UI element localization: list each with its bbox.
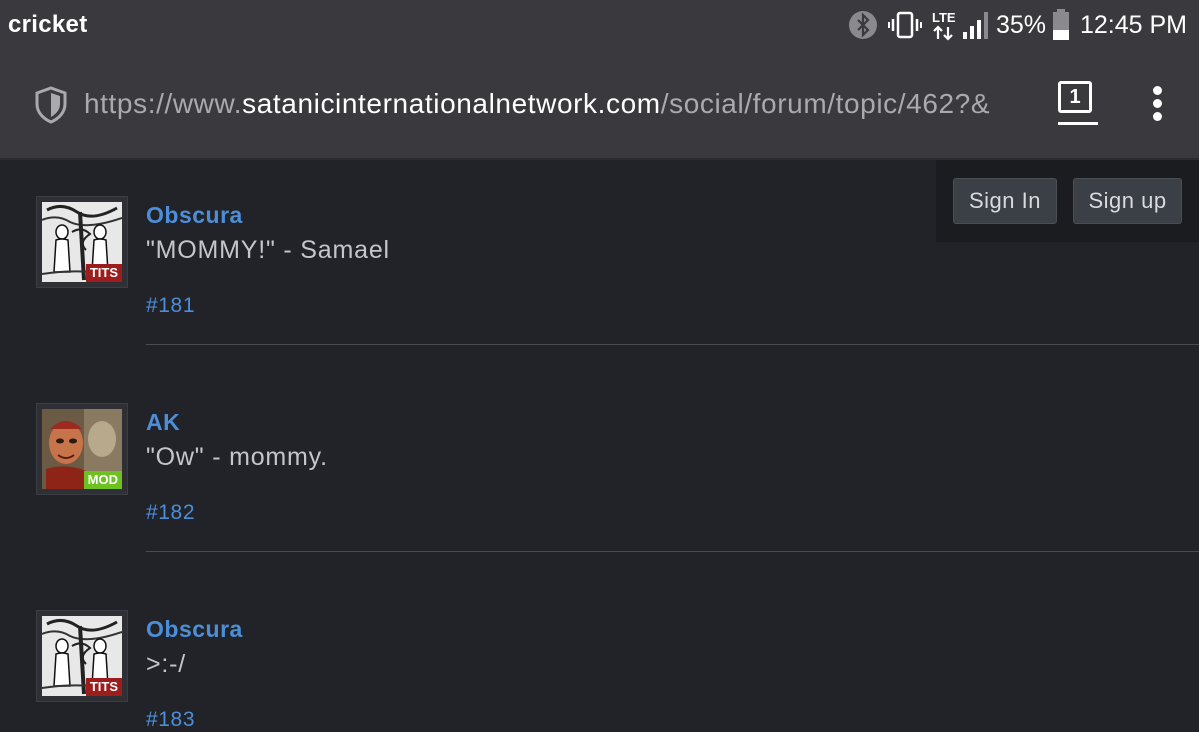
battery-percent: 35% [995, 10, 1046, 39]
post-message: "MOMMY!" - Samael [146, 236, 390, 264]
url-prefix: https://www. [84, 88, 243, 119]
lte-label: LTE [932, 10, 956, 25]
battery-icon [1052, 9, 1070, 41]
clock: 12:45 PM [1079, 10, 1187, 39]
post-number-link[interactable]: #183 [146, 708, 195, 732]
url-domain: satanicinternationalnetwork.com [242, 88, 661, 119]
sign-in-button[interactable]: Sign In [953, 178, 1057, 224]
post-message: "Ow" - mommy. [146, 443, 328, 471]
avatar[interactable]: TITS [36, 610, 128, 702]
shield-icon[interactable] [34, 86, 68, 128]
post-username[interactable]: AK [146, 409, 180, 436]
avatar[interactable]: MOD [36, 403, 128, 495]
address-bar[interactable]: https://www.satanicinternationalnetwork.… [84, 88, 1044, 120]
lte-icon: LTE [932, 9, 958, 41]
post-divider [146, 551, 1199, 552]
browser-toolbar: https://www.satanicinternationalnetwork.… [0, 52, 1199, 160]
avatar[interactable]: TITS [36, 196, 128, 288]
post-divider [146, 344, 1199, 345]
overflow-menu-icon[interactable] [1150, 86, 1164, 126]
post-username[interactable]: Obscura [146, 616, 243, 643]
user-badge: TITS [85, 264, 122, 282]
post-message: >:-/ [146, 650, 187, 678]
url-fade [990, 82, 1050, 132]
user-badge: TITS [85, 678, 122, 696]
post-number-link[interactable]: #182 [146, 501, 195, 525]
sign-up-button[interactable]: Sign up [1073, 178, 1182, 224]
post-number-link[interactable]: #181 [146, 294, 195, 318]
url-path: /social/forum/topic/462?& [660, 88, 991, 119]
avatar-image: MOD [42, 409, 122, 489]
avatar-image: TITS [42, 616, 122, 696]
tab-switcher-underline [1058, 122, 1098, 125]
post-username[interactable]: Obscura [146, 202, 243, 229]
status-bar: cricket LTE 35% 12:45 PM [0, 0, 1199, 52]
auth-panel: Sign In Sign up [936, 160, 1199, 242]
user-badge: MOD [83, 471, 122, 489]
avatar-image: TITS [42, 202, 122, 282]
carrier-name: cricket [8, 11, 88, 38]
bluetooth-icon [848, 10, 878, 40]
tab-switcher-button[interactable]: 1 [1058, 81, 1092, 113]
vibrate-icon [887, 10, 922, 40]
status-icons: LTE 35% 12:45 PM [838, 8, 1187, 42]
signal-icon [962, 10, 990, 40]
